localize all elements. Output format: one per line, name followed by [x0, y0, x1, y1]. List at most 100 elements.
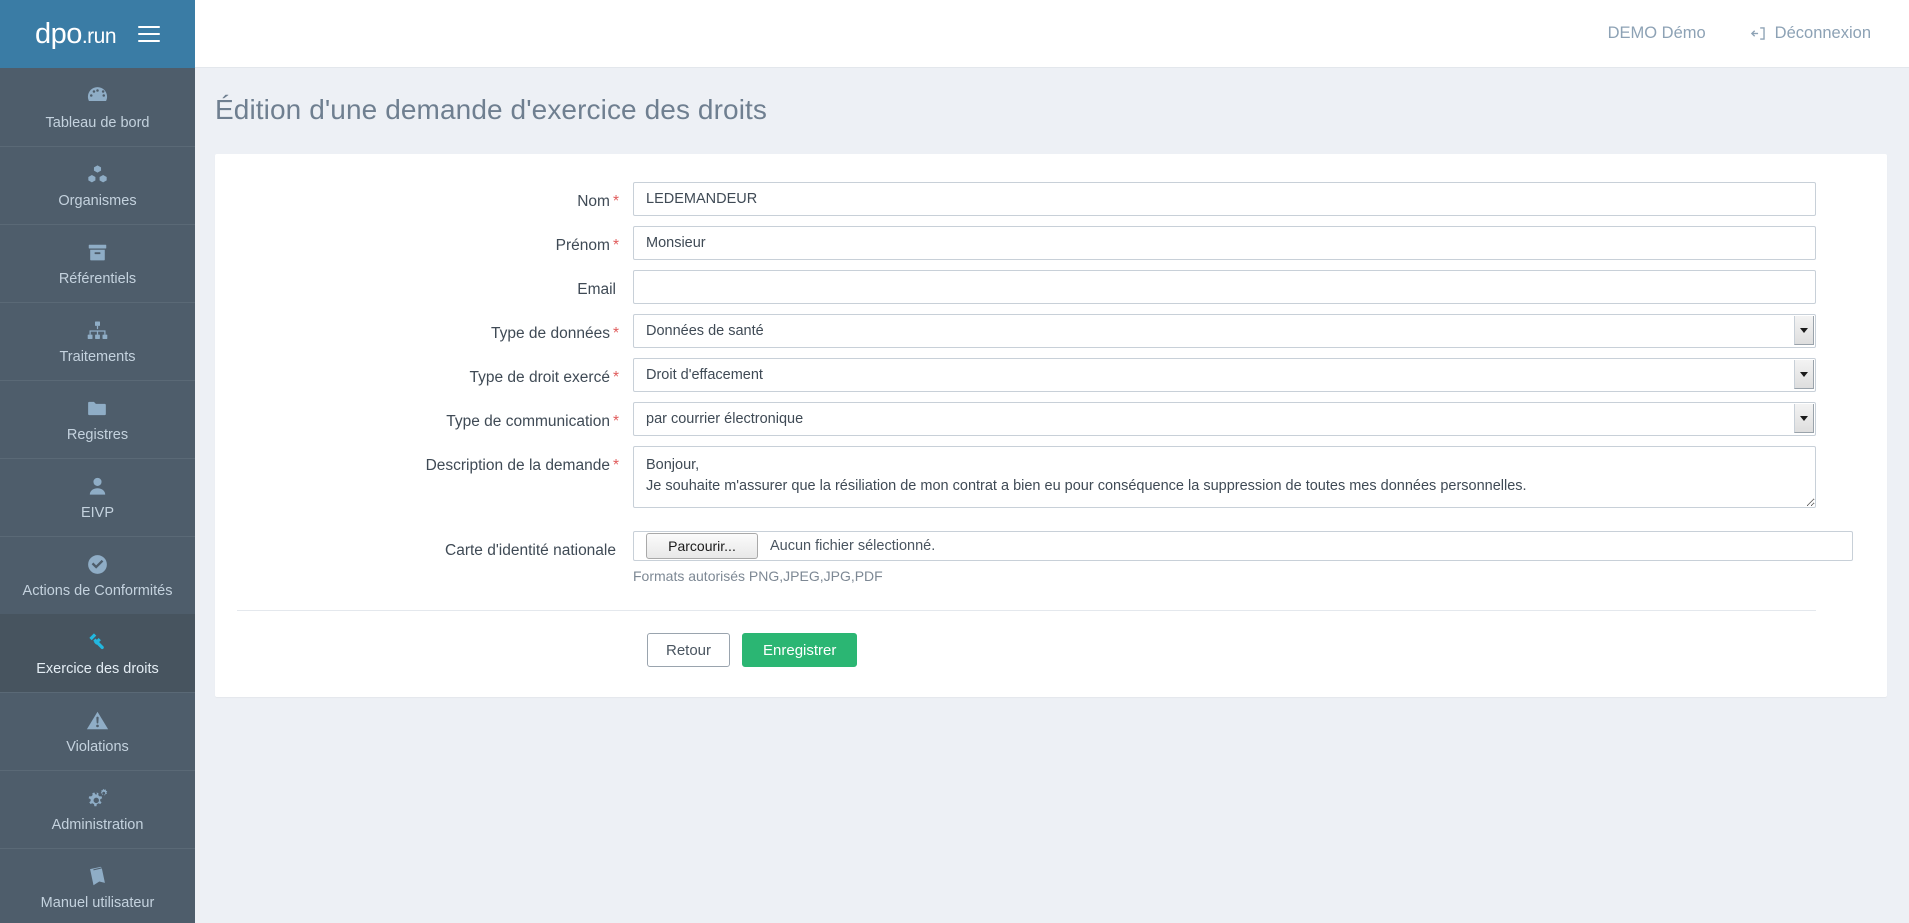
sidebar-item-eivp[interactable]: EIVP: [0, 458, 195, 536]
label-prenom: Prénom *: [215, 226, 633, 257]
label-text: Prénom: [555, 237, 610, 254]
save-button[interactable]: Enregistrer: [742, 633, 858, 667]
user-icon: [85, 473, 111, 499]
sidebar-item-violations[interactable]: Violations: [0, 692, 195, 770]
app-logo[interactable]: dpo.run: [35, 18, 117, 51]
gavel-icon: [85, 629, 111, 655]
file-input[interactable]: Parcourir... Aucun fichier sélectionné.: [633, 531, 1853, 561]
hamburger-bar: [138, 26, 161, 28]
select-wrap: Droit d'effacement: [633, 358, 1816, 392]
label-nom: Nom *: [215, 182, 633, 213]
required-marker: *: [612, 193, 619, 210]
label-type-communication: Type de communication *: [215, 402, 633, 433]
file-help-text: Formats autorisés PNG,JPEG,JPG,PDF: [633, 568, 883, 584]
sidebar-item-label: Organismes: [58, 193, 137, 210]
select-wrap: par courrier électronique: [633, 402, 1816, 436]
warning-triangle-icon: [85, 707, 111, 733]
sitemap-icon: [85, 317, 111, 343]
control-wrap-nom: [633, 182, 1887, 216]
sidebar-item-label: Manuel utilisateur: [40, 895, 155, 912]
form-row-type-droit: Type de droit exercé * Droit d'effacement: [215, 358, 1887, 392]
sidebar-item-referentiels[interactable]: Référentiels: [0, 224, 195, 302]
type-droit-select[interactable]: Droit d'effacement: [633, 358, 1816, 392]
logout-label: Déconnexion: [1774, 24, 1871, 42]
label-email: Email: [215, 270, 633, 301]
control-wrap-carte-identite: Parcourir... Aucun fichier sélectionné. …: [633, 531, 1887, 584]
form-actions: Retour Enregistrer: [215, 633, 1887, 667]
sidebar-item-label: Administration: [51, 817, 144, 834]
form-row-nom: Nom *: [215, 182, 1887, 216]
form-card: Nom* Prénom* Email: [215, 154, 1887, 697]
browse-button[interactable]: Parcourir...: [646, 533, 758, 559]
file-status-text: Aucun fichier sélectionné.: [770, 538, 936, 554]
email-input[interactable]: [633, 270, 1816, 304]
sidebar-item-label: EIVP: [80, 505, 115, 522]
logo-text-suffix: .run: [81, 24, 117, 48]
sidebar-item-exercice-des-droits[interactable]: Exercice des droits: [0, 614, 195, 692]
dashboard-gauge-icon: [85, 83, 111, 109]
cubes-icon: [85, 161, 111, 187]
sidebar-item-tableau-de-bord[interactable]: Tableau de bord: [0, 68, 195, 146]
current-user-label: DEMO Démo: [1607, 24, 1706, 42]
page-title: Édition d'une demande d'exercice des dro…: [215, 94, 767, 125]
label-text: Type de communication: [446, 413, 610, 430]
required-marker: *: [612, 413, 619, 430]
required-marker: *: [612, 325, 619, 342]
sidebar-item-label: Exercice des droits: [36, 661, 159, 678]
control-wrap-prenom: [633, 226, 1887, 260]
form-divider: [237, 610, 1816, 611]
hamburger-bar: [138, 40, 161, 42]
form-row-type-communication: Type de communication * par courrier élec…: [215, 402, 1887, 436]
label-carte-identite: Carte d'identité nationale: [215, 531, 633, 562]
sidebar-item-manuel-utilisateur[interactable]: Manuel utilisateur: [0, 848, 195, 923]
required-marker: *: [612, 457, 619, 474]
form-row-type-donnees: Type de données * Données de santé: [215, 314, 1887, 348]
sidebar-item-label: Violations: [66, 739, 129, 756]
hamburger-icon[interactable]: [138, 26, 161, 42]
hamburger-bar: [138, 33, 161, 35]
form-row-carte-identite: Carte d'identité nationale Parcourir... …: [215, 531, 1887, 584]
description-textarea[interactable]: Bonjour, Je souhaite m'assurer que la ré…: [633, 446, 1816, 508]
sidebar-item-label: Tableau de bord: [45, 114, 150, 131]
form-row-description: Description de la demande * Bonjour, Je s…: [215, 446, 1887, 513]
nom-input[interactable]: [633, 182, 1816, 216]
sidebar-item-registres[interactable]: Registres: [0, 380, 195, 458]
check-circle-icon: [85, 551, 111, 577]
sidebar-item-label: Registres: [66, 427, 129, 444]
logout-button[interactable]: Déconnexion: [1750, 24, 1871, 43]
select-wrap: Données de santé: [633, 314, 1816, 348]
sidebar-item-traitements[interactable]: Traitements: [0, 302, 195, 380]
form-row-prenom: Prénom *: [215, 226, 1887, 260]
sidebar-item-organismes[interactable]: Organismes: [0, 146, 195, 224]
required-marker: *: [612, 237, 619, 254]
sidebar-item-label: Traitements: [59, 349, 136, 366]
prenom-input[interactable]: [633, 226, 1816, 260]
folder-icon: [85, 395, 111, 421]
required-marker: *: [612, 369, 619, 386]
sidebar-item-administration[interactable]: Administration: [0, 770, 195, 848]
sidebar: Tableau de bord Organismes Référentiels: [0, 68, 195, 923]
back-button[interactable]: Retour: [647, 633, 731, 667]
sidebar-item-label: Référentiels: [58, 271, 137, 288]
type-donnees-select[interactable]: Données de santé: [633, 314, 1816, 348]
label-description: Description de la demande *: [215, 446, 633, 477]
label-type-donnees: Type de données *: [215, 314, 633, 345]
label-text: Nom: [577, 193, 610, 210]
main-content: Édition d'une demande d'exercice des dro…: [195, 68, 1909, 923]
label-text: Description de la demande: [425, 457, 610, 474]
label-text: Carte d'identité nationale: [445, 542, 616, 559]
sidebar-item-actions-de-conformites[interactable]: Actions de Conformités: [0, 536, 195, 614]
current-user-link[interactable]: DEMO Démo: [1608, 24, 1706, 43]
type-communication-select[interactable]: par courrier électronique: [633, 402, 1816, 436]
sign-out-icon: [1750, 25, 1767, 42]
control-wrap-email: [633, 270, 1887, 304]
control-wrap-type-droit: Droit d'effacement: [633, 358, 1887, 392]
brand-bar: dpo.run: [0, 0, 195, 68]
control-wrap-description: Bonjour, Je souhaite m'assurer que la ré…: [633, 446, 1887, 513]
top-header: DEMO Démo Déconnexion: [195, 0, 1909, 68]
archive-box-icon: [85, 239, 111, 265]
control-wrap-type-communication: par courrier électronique: [633, 402, 1887, 436]
form-row-email: Email: [215, 270, 1887, 304]
gears-icon: [85, 785, 111, 811]
book-icon: [85, 863, 111, 889]
